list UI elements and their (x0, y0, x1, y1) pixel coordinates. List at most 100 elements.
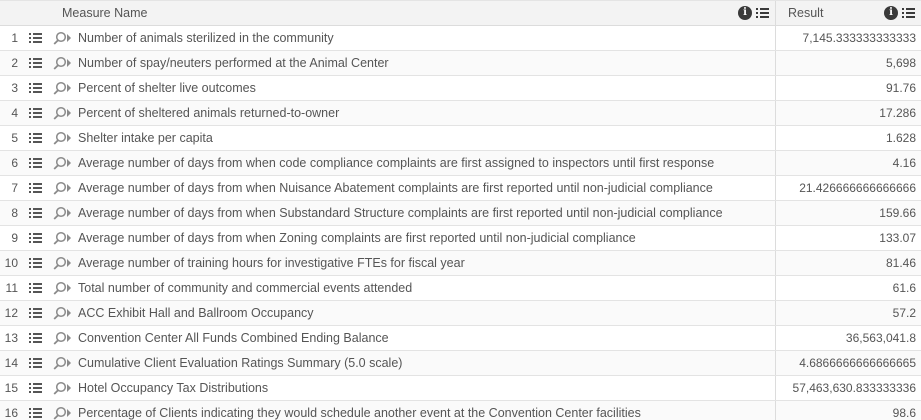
result-cell: 17.286 (879, 106, 916, 120)
row-menu-icon[interactable] (24, 132, 46, 144)
drill-search-icon[interactable] (46, 331, 76, 345)
row-number: 7 (11, 181, 18, 195)
result-cell: 133.07 (879, 231, 916, 245)
measure-name-cell: Average number of days from when Nuisanc… (76, 176, 776, 200)
table-row[interactable]: 13 Convention Center All Funds Combined … (0, 326, 921, 351)
drill-search-icon[interactable] (46, 131, 76, 145)
drill-search-icon[interactable] (46, 256, 76, 270)
table-row[interactable]: 12 ACC Exhibit Hall and Ballroom Occupan… (0, 301, 921, 326)
row-menu-icon[interactable] (24, 257, 46, 269)
measure-name-cell: Percentage of Clients indicating they wo… (76, 401, 776, 420)
table-row[interactable]: 16 Percentage of Clients indicating they… (0, 401, 921, 420)
grid-body: 1 Number of animals sterilized in the co… (0, 26, 921, 420)
measure-name-cell: Convention Center All Funds Combined End… (76, 326, 776, 350)
row-number: 6 (11, 156, 18, 170)
measure-name-header-label: Measure Name (62, 6, 148, 20)
row-number: 9 (11, 231, 18, 245)
result-cell: 4.16 (892, 156, 916, 170)
table-row[interactable]: 2 Number of spay/neuters performed at th… (0, 51, 921, 76)
row-number: 12 (4, 306, 18, 320)
grid-header: Measure Name i Result i (0, 0, 921, 26)
result-header-label: Result (788, 6, 824, 20)
drill-search-icon[interactable] (46, 156, 76, 170)
measure-name-cell: Average number of days from when Substan… (76, 201, 776, 225)
row-number-header (0, 1, 52, 25)
column-menu-icon[interactable] (902, 7, 915, 19)
table-row[interactable]: 6 Average number of days from when code … (0, 151, 921, 176)
info-icon[interactable]: i (738, 6, 752, 20)
row-number: 11 (5, 281, 18, 295)
row-number: 4 (11, 106, 18, 120)
measure-name-cell: Average number of days from when Zoning … (76, 226, 776, 250)
row-menu-icon[interactable] (24, 282, 46, 294)
row-menu-icon[interactable] (24, 82, 46, 94)
measure-name-column-header[interactable]: Measure Name i (52, 1, 776, 25)
measure-name-cell: Cumulative Client Evaluation Ratings Sum… (76, 351, 776, 375)
row-number: 14 (4, 356, 18, 370)
measure-name-cell: Hotel Occupancy Tax Distributions (76, 376, 776, 400)
row-menu-icon[interactable] (24, 57, 46, 69)
result-cell: 21.426666666666666 (799, 181, 916, 195)
result-column-header[interactable]: Result i (776, 1, 921, 25)
measure-name-cell: Shelter intake per capita (76, 126, 776, 150)
drill-search-icon[interactable] (46, 56, 76, 70)
table-row[interactable]: 11 Total number of community and commerc… (0, 276, 921, 301)
drill-search-icon[interactable] (46, 81, 76, 95)
result-cell: 91.76 (885, 81, 916, 95)
row-number: 3 (11, 81, 18, 95)
drill-search-icon[interactable] (46, 356, 76, 370)
drill-search-icon[interactable] (46, 231, 76, 245)
table-row[interactable]: 7 Average number of days from when Nuisa… (0, 176, 921, 201)
row-number: 10 (4, 256, 18, 270)
measure-name-cell: Total number of community and commercial… (76, 276, 776, 300)
row-menu-icon[interactable] (24, 232, 46, 244)
row-menu-icon[interactable] (24, 32, 46, 44)
measure-name-cell: ACC Exhibit Hall and Ballroom Occupancy (76, 301, 776, 325)
result-cell: 159.66 (879, 206, 916, 220)
row-menu-icon[interactable] (24, 307, 46, 319)
table-row[interactable]: 4 Percent of sheltered animals returned-… (0, 101, 921, 126)
measure-name-cell: Average number of days from when code co… (76, 151, 776, 175)
column-menu-icon[interactable] (756, 7, 769, 19)
result-cell: 57,463,630.833333336 (792, 381, 916, 395)
table-row[interactable]: 9 Average number of days from when Zonin… (0, 226, 921, 251)
table-row[interactable]: 3 Percent of shelter live outcomes 91.76 (0, 76, 921, 101)
result-cell: 36,563,041.8 (845, 331, 916, 345)
table-row[interactable]: 14 Cumulative Client Evaluation Ratings … (0, 351, 921, 376)
drill-search-icon[interactable] (46, 306, 76, 320)
drill-search-icon[interactable] (46, 406, 76, 420)
drill-search-icon[interactable] (46, 31, 76, 45)
table-row[interactable]: 15 Hotel Occupancy Tax Distributions 57,… (0, 376, 921, 401)
table-row[interactable]: 10 Average number of training hours for … (0, 251, 921, 276)
row-menu-icon[interactable] (24, 182, 46, 194)
row-number: 16 (4, 406, 18, 420)
row-menu-icon[interactable] (24, 207, 46, 219)
measure-name-cell: Number of spay/neuters performed at the … (76, 51, 776, 75)
table-row[interactable]: 5 Shelter intake per capita 1.628 (0, 126, 921, 151)
row-menu-icon[interactable] (24, 157, 46, 169)
drill-search-icon[interactable] (46, 206, 76, 220)
row-menu-icon[interactable] (24, 107, 46, 119)
result-cell: 81.46 (885, 256, 916, 270)
result-cell: 7,145.333333333333 (802, 31, 916, 45)
info-icon[interactable]: i (884, 6, 898, 20)
result-cell: 4.6866666666666665 (799, 356, 916, 370)
row-menu-icon[interactable] (24, 332, 46, 344)
result-cell: 5,698 (885, 56, 916, 70)
measure-name-cell: Average number of training hours for inv… (76, 251, 776, 275)
drill-search-icon[interactable] (46, 106, 76, 120)
result-cell: 57.2 (892, 306, 916, 320)
result-cell: 98.6 (892, 406, 916, 420)
row-number: 2 (11, 56, 18, 70)
drill-search-icon[interactable] (46, 181, 76, 195)
row-number: 1 (11, 31, 18, 45)
drill-search-icon[interactable] (46, 381, 76, 395)
table-row[interactable]: 8 Average number of days from when Subst… (0, 201, 921, 226)
row-menu-icon[interactable] (24, 382, 46, 394)
table-row[interactable]: 1 Number of animals sterilized in the co… (0, 26, 921, 51)
row-menu-icon[interactable] (24, 407, 46, 419)
drill-search-icon[interactable] (46, 281, 76, 295)
row-number: 8 (11, 206, 18, 220)
row-menu-icon[interactable] (24, 357, 46, 369)
measure-name-cell: Number of animals sterilized in the comm… (76, 26, 776, 50)
